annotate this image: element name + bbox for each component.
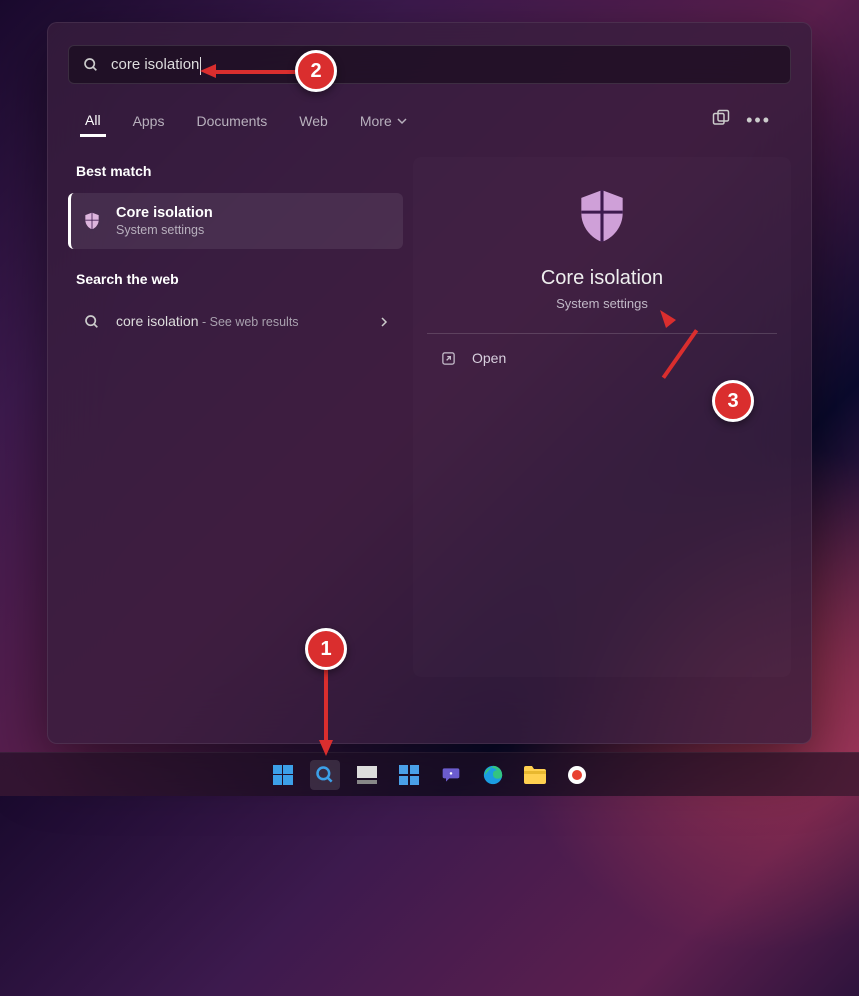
open-external-icon: [441, 351, 456, 366]
annotation-marker-3: 3: [712, 380, 754, 422]
search-input-text[interactable]: core isolation: [111, 56, 199, 73]
tabs: All Apps Documents Web More •••: [68, 104, 791, 137]
shield-icon: [82, 211, 102, 231]
more-options-icon[interactable]: •••: [738, 106, 779, 135]
preview-title: Core isolation: [413, 267, 791, 290]
pinned-app-button[interactable]: [562, 760, 592, 790]
taskbar: [0, 752, 859, 796]
web-result[interactable]: core isolation - See web results: [68, 301, 403, 343]
tab-more[interactable]: More: [355, 105, 412, 137]
result-subtitle: System settings: [116, 223, 213, 237]
preview-subtitle: System settings: [413, 296, 791, 311]
annotation-arrow: [215, 70, 297, 74]
annotation-arrowhead: [200, 64, 216, 78]
web-result-title: core isolation: [116, 313, 199, 329]
annotation-arrowhead: [660, 310, 680, 330]
tab-documents[interactable]: Documents: [191, 105, 272, 137]
chat-button[interactable]: [436, 760, 466, 790]
tab-all[interactable]: All: [80, 104, 106, 137]
widgets-button[interactable]: [394, 760, 424, 790]
search-icon: [82, 314, 102, 330]
result-title: Core isolation: [116, 205, 213, 221]
chevron-down-icon: [397, 116, 407, 126]
annotation-marker-2: 2: [295, 50, 337, 92]
open-action[interactable]: Open: [413, 334, 791, 382]
edge-icon: [482, 764, 504, 786]
chat-icon: [440, 765, 462, 785]
search-icon: [83, 57, 99, 73]
task-view-button[interactable]: [352, 760, 382, 790]
folder-icon: [524, 766, 546, 784]
search-web-header: Search the web: [68, 265, 403, 301]
open-label: Open: [472, 350, 506, 366]
tab-web[interactable]: Web: [294, 105, 333, 137]
window-snap-icon[interactable]: [704, 105, 738, 136]
start-button[interactable]: [268, 760, 298, 790]
search-icon: [315, 765, 335, 785]
annotation-arrow: [324, 668, 328, 742]
search-flyout: core isolation All Apps Documents Web Mo…: [47, 22, 812, 744]
web-result-suffix: - See web results: [199, 315, 299, 329]
search-bar[interactable]: core isolation: [68, 45, 791, 84]
edge-button[interactable]: [478, 760, 508, 790]
chevron-right-icon: [379, 317, 389, 327]
annotation-marker-1: 1: [305, 628, 347, 670]
best-match-result[interactable]: Core isolation System settings: [68, 193, 403, 249]
search-taskbar-button[interactable]: [310, 760, 340, 790]
annotation-arrowhead: [319, 740, 333, 756]
tab-apps[interactable]: Apps: [128, 105, 170, 137]
app-icon: [567, 765, 587, 785]
widgets-icon: [399, 765, 419, 785]
file-explorer-button[interactable]: [520, 760, 550, 790]
tab-more-label: More: [360, 113, 392, 129]
shield-icon: [571, 185, 633, 247]
windows-logo-icon: [273, 765, 293, 785]
task-view-icon: [357, 766, 377, 784]
best-match-header: Best match: [68, 157, 403, 193]
